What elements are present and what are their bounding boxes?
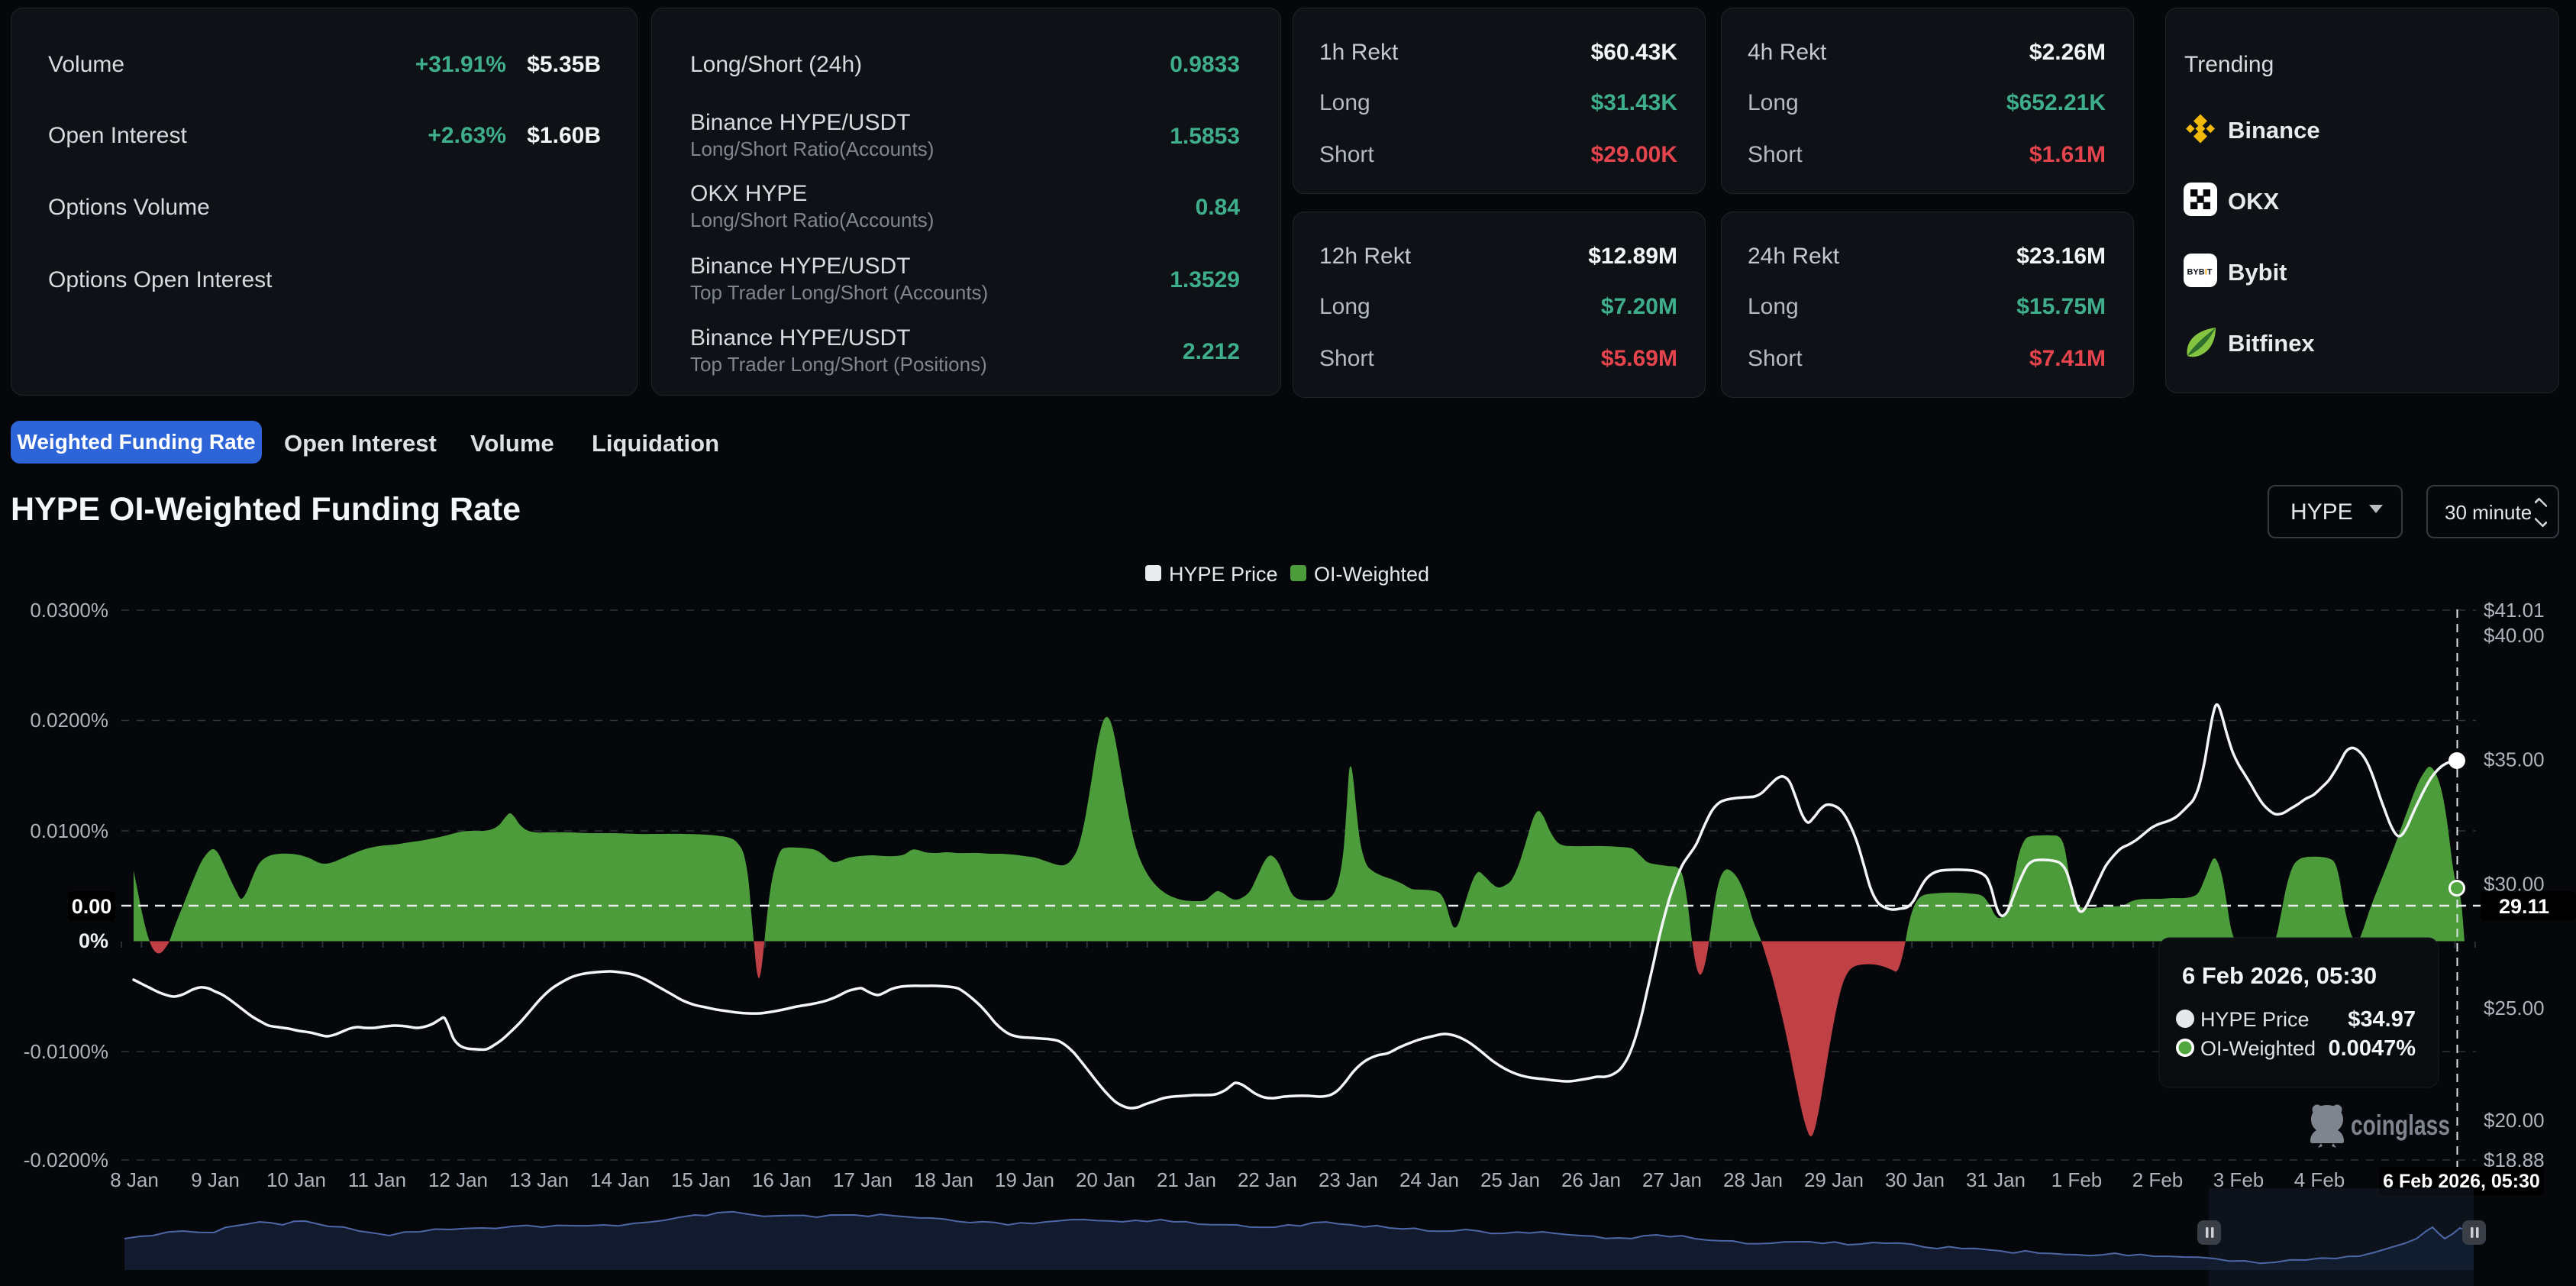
svg-text:0.0100%: 0.0100% <box>30 819 108 842</box>
svg-text:3 Feb: 3 Feb <box>2213 1168 2264 1191</box>
svg-text:0%: 0% <box>79 929 108 952</box>
svg-text:1 Feb: 1 Feb <box>2051 1168 2103 1191</box>
svg-text:28 Jan: 28 Jan <box>1723 1168 1783 1191</box>
svg-text:31 Jan: 31 Jan <box>1966 1168 2026 1191</box>
svg-text:0.00: 0.00 <box>72 895 112 918</box>
svg-text:-0.0100%: -0.0100% <box>24 1040 108 1063</box>
svg-text:$34.97: $34.97 <box>2348 1007 2416 1032</box>
svg-text:23 Jan: 23 Jan <box>1319 1168 1378 1191</box>
svg-text:12 Jan: 12 Jan <box>428 1168 488 1191</box>
svg-text:2 Feb: 2 Feb <box>2132 1168 2184 1191</box>
svg-text:29.11: 29.11 <box>2499 895 2549 918</box>
svg-text:-0.0200%: -0.0200% <box>24 1149 108 1171</box>
svg-text:14 Jan: 14 Jan <box>590 1168 650 1191</box>
svg-text:coinglass: coinglass <box>2351 1110 2450 1141</box>
svg-text:17 Jan: 17 Jan <box>833 1168 893 1191</box>
svg-text:13 Jan: 13 Jan <box>509 1168 569 1191</box>
svg-text:16 Jan: 16 Jan <box>752 1168 812 1191</box>
svg-text:29 Jan: 29 Jan <box>1804 1168 1864 1191</box>
svg-text:0.0047%: 0.0047% <box>2329 1036 2416 1061</box>
svg-text:OI-Weighted: OI-Weighted <box>2200 1037 2316 1060</box>
svg-text:21 Jan: 21 Jan <box>1157 1168 1216 1191</box>
svg-text:18 Jan: 18 Jan <box>914 1168 973 1191</box>
svg-text:0.0300%: 0.0300% <box>30 599 108 622</box>
svg-text:27 Jan: 27 Jan <box>1642 1168 1702 1191</box>
svg-text:$40.00: $40.00 <box>2484 624 2545 647</box>
svg-text:$35.00: $35.00 <box>2484 748 2545 771</box>
svg-text:25 Jan: 25 Jan <box>1480 1168 1540 1191</box>
svg-text:$41.01: $41.01 <box>2484 599 2545 622</box>
svg-text:9 Jan: 9 Jan <box>191 1168 240 1191</box>
svg-text:11 Jan: 11 Jan <box>348 1168 406 1191</box>
svg-text:0.0200%: 0.0200% <box>30 709 108 732</box>
svg-text:6 Feb 2026, 05:30: 6 Feb 2026, 05:30 <box>2182 962 2377 989</box>
svg-text:4 Feb: 4 Feb <box>2294 1168 2345 1191</box>
svg-text:20 Jan: 20 Jan <box>1076 1168 1135 1191</box>
svg-text:19 Jan: 19 Jan <box>995 1168 1054 1191</box>
svg-text:$25.00: $25.00 <box>2484 997 2545 1019</box>
svg-text:30 Jan: 30 Jan <box>1885 1168 1945 1191</box>
svg-text:HYPE Price: HYPE Price <box>2200 1008 2310 1031</box>
svg-text:15 Jan: 15 Jan <box>671 1168 731 1191</box>
svg-text:24 Jan: 24 Jan <box>1399 1168 1459 1191</box>
svg-text:$20.00: $20.00 <box>2484 1109 2545 1132</box>
svg-text:10 Jan: 10 Jan <box>266 1168 326 1191</box>
svg-text:26 Jan: 26 Jan <box>1561 1168 1621 1191</box>
svg-text:22 Jan: 22 Jan <box>1238 1168 1297 1191</box>
svg-text:8 Jan: 8 Jan <box>110 1168 159 1191</box>
